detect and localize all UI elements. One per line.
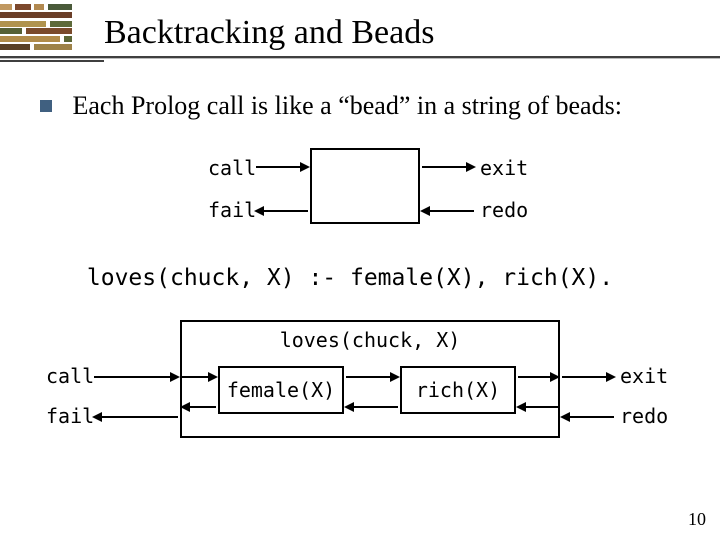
fail-label: fail bbox=[208, 198, 256, 222]
bead-box bbox=[310, 148, 420, 224]
outer-redo-arrow bbox=[562, 416, 614, 418]
exit-label: exit bbox=[480, 156, 528, 180]
goal-1-text: female(X) bbox=[227, 378, 335, 402]
bullet-text: Each Prolog call is like a “bead” in a s… bbox=[73, 91, 622, 120]
exit-label-2: exit bbox=[620, 364, 668, 388]
bullet-square-icon bbox=[40, 100, 52, 112]
bullet-line: Each Prolog call is like a “bead” in a s… bbox=[40, 89, 622, 121]
call-label-2: call bbox=[46, 364, 94, 388]
goal-2-text: rich(X) bbox=[416, 378, 500, 402]
redo-label: redo bbox=[480, 198, 528, 222]
call-label: call bbox=[208, 156, 256, 180]
slide-number: 10 bbox=[688, 509, 706, 530]
title-bar: Backtracking and Beads bbox=[0, 0, 720, 70]
goal1-to-goal2-arrow bbox=[346, 376, 398, 378]
redo-label-2: redo bbox=[620, 404, 668, 428]
call-to-goal1-arrow bbox=[182, 376, 216, 378]
fail-from-goal1-arrow bbox=[182, 406, 216, 408]
outer-fail-arrow bbox=[94, 416, 178, 418]
outer-exit-arrow bbox=[562, 376, 614, 378]
decorative-stripes bbox=[0, 0, 86, 56]
prolog-clause: loves(chuck, X) :- female(X), rich(X). bbox=[60, 265, 640, 291]
redo-to-goal2-arrow bbox=[518, 406, 558, 408]
call-arrow bbox=[256, 166, 308, 168]
title-rule-accent bbox=[0, 60, 104, 62]
compound-bead-diagram: call fail exit redo loves(chuck, X) fema… bbox=[30, 320, 690, 460]
exit-from-goal2-arrow bbox=[518, 376, 558, 378]
exit-arrow bbox=[422, 166, 474, 168]
slide-title: Backtracking and Beads bbox=[104, 14, 434, 52]
redo-arrow bbox=[422, 210, 474, 212]
goal2-to-goal1-arrow bbox=[346, 406, 398, 408]
goal-box-1: female(X) bbox=[218, 366, 344, 414]
fail-label-2: fail bbox=[46, 404, 94, 428]
goal-box-2: rich(X) bbox=[400, 366, 516, 414]
single-bead-diagram: call fail exit redo bbox=[150, 148, 570, 224]
clause-head-label: loves(chuck, X) bbox=[180, 328, 560, 352]
fail-arrow bbox=[256, 210, 308, 212]
outer-call-arrow bbox=[94, 376, 178, 378]
title-rule bbox=[0, 56, 720, 58]
